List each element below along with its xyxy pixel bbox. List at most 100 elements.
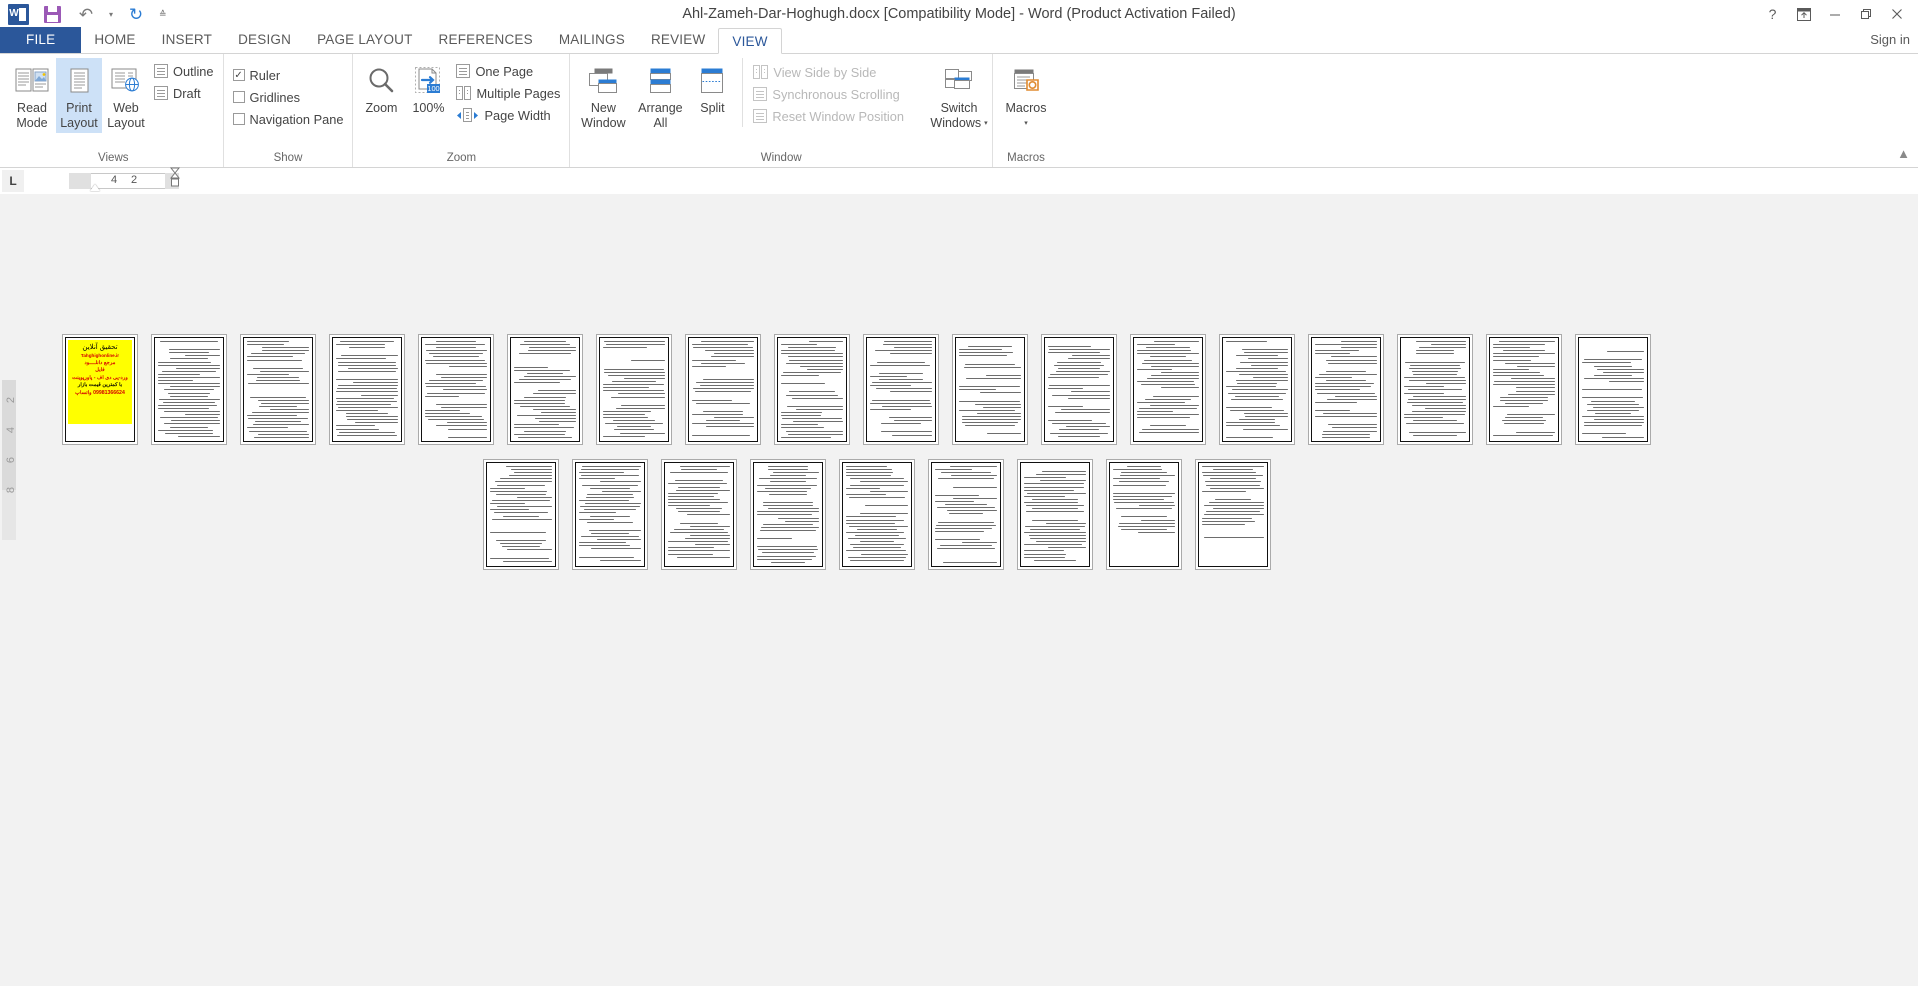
tab-stop-selector[interactable]: L [2, 170, 24, 192]
read-mode-button[interactable]: Read Mode [9, 58, 55, 133]
view-side-by-side-button[interactable]: View Side by Side [749, 61, 908, 83]
page-thumbnail[interactable] [596, 334, 672, 445]
reset-window-position-button[interactable]: Reset Window Position [749, 105, 908, 127]
minimize-icon[interactable] [1819, 1, 1850, 27]
page-text-lines [781, 341, 843, 438]
switch-windows-label-2: Windows [930, 116, 982, 130]
draft-button[interactable]: Draft [150, 82, 218, 104]
one-page-button[interactable]: One Page [452, 60, 564, 82]
page-thumbnail[interactable] [1017, 459, 1093, 570]
page-text-lines [1202, 466, 1264, 563]
page-thumbnail[interactable] [151, 334, 227, 445]
page-thumbnail[interactable] [1195, 459, 1271, 570]
reset-window-position-icon [753, 109, 768, 123]
ruler-checkbox[interactable]: ✓ Ruler [229, 64, 348, 86]
new-window-button[interactable]: New Window [575, 58, 631, 133]
scrollbar-thumb-lower[interactable] [2, 490, 16, 540]
gridlines-checkbox[interactable]: Gridlines [229, 86, 348, 108]
page-thumbnail[interactable]: تحقیق آنلاین Tahghighonline.ir مرجع دانلــ… [62, 334, 138, 445]
arrange-all-button[interactable]: Arrange All [632, 58, 688, 133]
page-thumbnail[interactable] [1486, 334, 1562, 445]
synchronous-scrolling-button[interactable]: Synchronous Scrolling [749, 83, 908, 105]
page-thumbnail[interactable] [418, 334, 494, 445]
outline-label: Outline [173, 63, 214, 79]
page-thumbnail[interactable] [750, 459, 826, 570]
customize-quick-access-icon[interactable]: ≙ [159, 9, 167, 20]
zoom-button[interactable]: Zoom [358, 58, 404, 118]
page-thumbnail[interactable] [507, 334, 583, 445]
page-thumbnail[interactable] [1397, 334, 1473, 445]
page-thumbnail[interactable] [1575, 334, 1651, 445]
page-thumbnail[interactable] [329, 334, 405, 445]
page-thumbnail[interactable] [572, 459, 648, 570]
draft-icon [154, 86, 168, 100]
page-text-lines [336, 341, 398, 438]
tab-view[interactable]: VIEW [718, 28, 782, 54]
vertical-scrollbar[interactable] [2, 200, 16, 986]
page-thumbnail[interactable] [928, 459, 1004, 570]
one-page-icon [456, 64, 471, 78]
print-layout-label-2: Layout [60, 116, 98, 130]
tab-file[interactable]: FILE [0, 27, 82, 53]
multiple-pages-button[interactable]: Multiple Pages [452, 82, 564, 104]
navigation-pane-label: Navigation Pane [249, 111, 344, 127]
page-thumbnail[interactable] [1219, 334, 1295, 445]
split-button[interactable]: Split [689, 58, 735, 118]
zoom-100-button[interactable]: 100 100% [405, 58, 451, 118]
tab-insert[interactable]: INSERT [149, 27, 225, 53]
page-thumbnail[interactable] [839, 459, 915, 570]
collapse-ribbon-icon[interactable]: ▲ [1897, 146, 1910, 161]
page-thumbnail-grid: تحقیق آنلاین Tahghighonline.ir مرجع دانلــ… [62, 334, 1651, 584]
macros-button[interactable]: Macros ▾ [998, 58, 1054, 133]
page-thumbnail[interactable] [863, 334, 939, 445]
page-thumbnail[interactable] [661, 459, 737, 570]
outline-button[interactable]: Outline [150, 60, 218, 82]
draft-label: Draft [173, 85, 201, 101]
ribbon-display-options-icon[interactable] [1788, 1, 1819, 27]
page-thumbnail[interactable] [685, 334, 761, 445]
chevron-down-icon[interactable]: ▾ [984, 116, 988, 131]
page-thumbnail[interactable] [774, 334, 850, 445]
page-text-lines [1137, 341, 1199, 438]
document-canvas[interactable]: 2 4 6 8 تحقیق آنلاین Tahghighonline.ir مرج… [0, 194, 1918, 986]
page-text-lines [158, 341, 220, 438]
tab-review[interactable]: REVIEW [638, 27, 718, 53]
tab-design[interactable]: DESIGN [225, 27, 304, 53]
page-thumbnail[interactable] [1130, 334, 1206, 445]
save-icon[interactable] [41, 3, 63, 25]
tab-references[interactable]: REFERENCES [426, 27, 546, 53]
page-text-lines [692, 341, 754, 438]
sign-in-link[interactable]: Sign in [1870, 27, 1918, 53]
page-width-icon [456, 108, 479, 122]
switch-windows-icon [942, 61, 976, 101]
window-group-title: Window [760, 152, 802, 164]
restore-icon[interactable] [1850, 1, 1881, 27]
views-group-title: Views [98, 152, 129, 164]
help-icon[interactable]: ? [1757, 1, 1788, 27]
print-layout-button[interactable]: Print Layout [56, 58, 102, 133]
navigation-pane-checkbox[interactable]: Navigation Pane [229, 108, 348, 130]
undo-dropdown-caret-icon[interactable]: ▾ [109, 10, 113, 19]
svg-text:100: 100 [428, 84, 440, 93]
chevron-down-icon[interactable]: ▾ [1024, 116, 1028, 131]
view-side-by-side-label: View Side by Side [773, 64, 877, 80]
page-thumbnail[interactable] [483, 459, 559, 570]
page-thumbnail[interactable] [1041, 334, 1117, 445]
page-thumbnail[interactable] [1106, 459, 1182, 570]
page-thumbnail[interactable] [1308, 334, 1384, 445]
title-bar: W ↶ ▾ ↻ ≙ Ahl-Zameh-Dar-Hoghugh.docx [Co… [0, 0, 1918, 28]
tab-home[interactable]: HOME [81, 27, 148, 53]
undo-icon[interactable]: ↶ [75, 3, 97, 25]
page-thumbnail[interactable] [952, 334, 1028, 445]
web-layout-button[interactable]: Web Layout [103, 58, 149, 133]
switch-windows-button[interactable]: Switch Windows ▾ [930, 58, 988, 133]
first-line-indent-marker[interactable] [90, 184, 100, 191]
tab-mailings[interactable]: MAILINGS [546, 27, 638, 53]
tab-page-layout[interactable]: PAGE LAYOUT [304, 27, 425, 53]
redo-icon[interactable]: ↻ [125, 3, 147, 25]
close-icon[interactable] [1881, 1, 1912, 27]
horizontal-ruler[interactable]: 4 2 [69, 167, 181, 191]
ad-line: Tahghighonline.ir [80, 353, 120, 359]
page-width-button[interactable]: Page Width [452, 104, 564, 126]
page-thumbnail[interactable] [240, 334, 316, 445]
